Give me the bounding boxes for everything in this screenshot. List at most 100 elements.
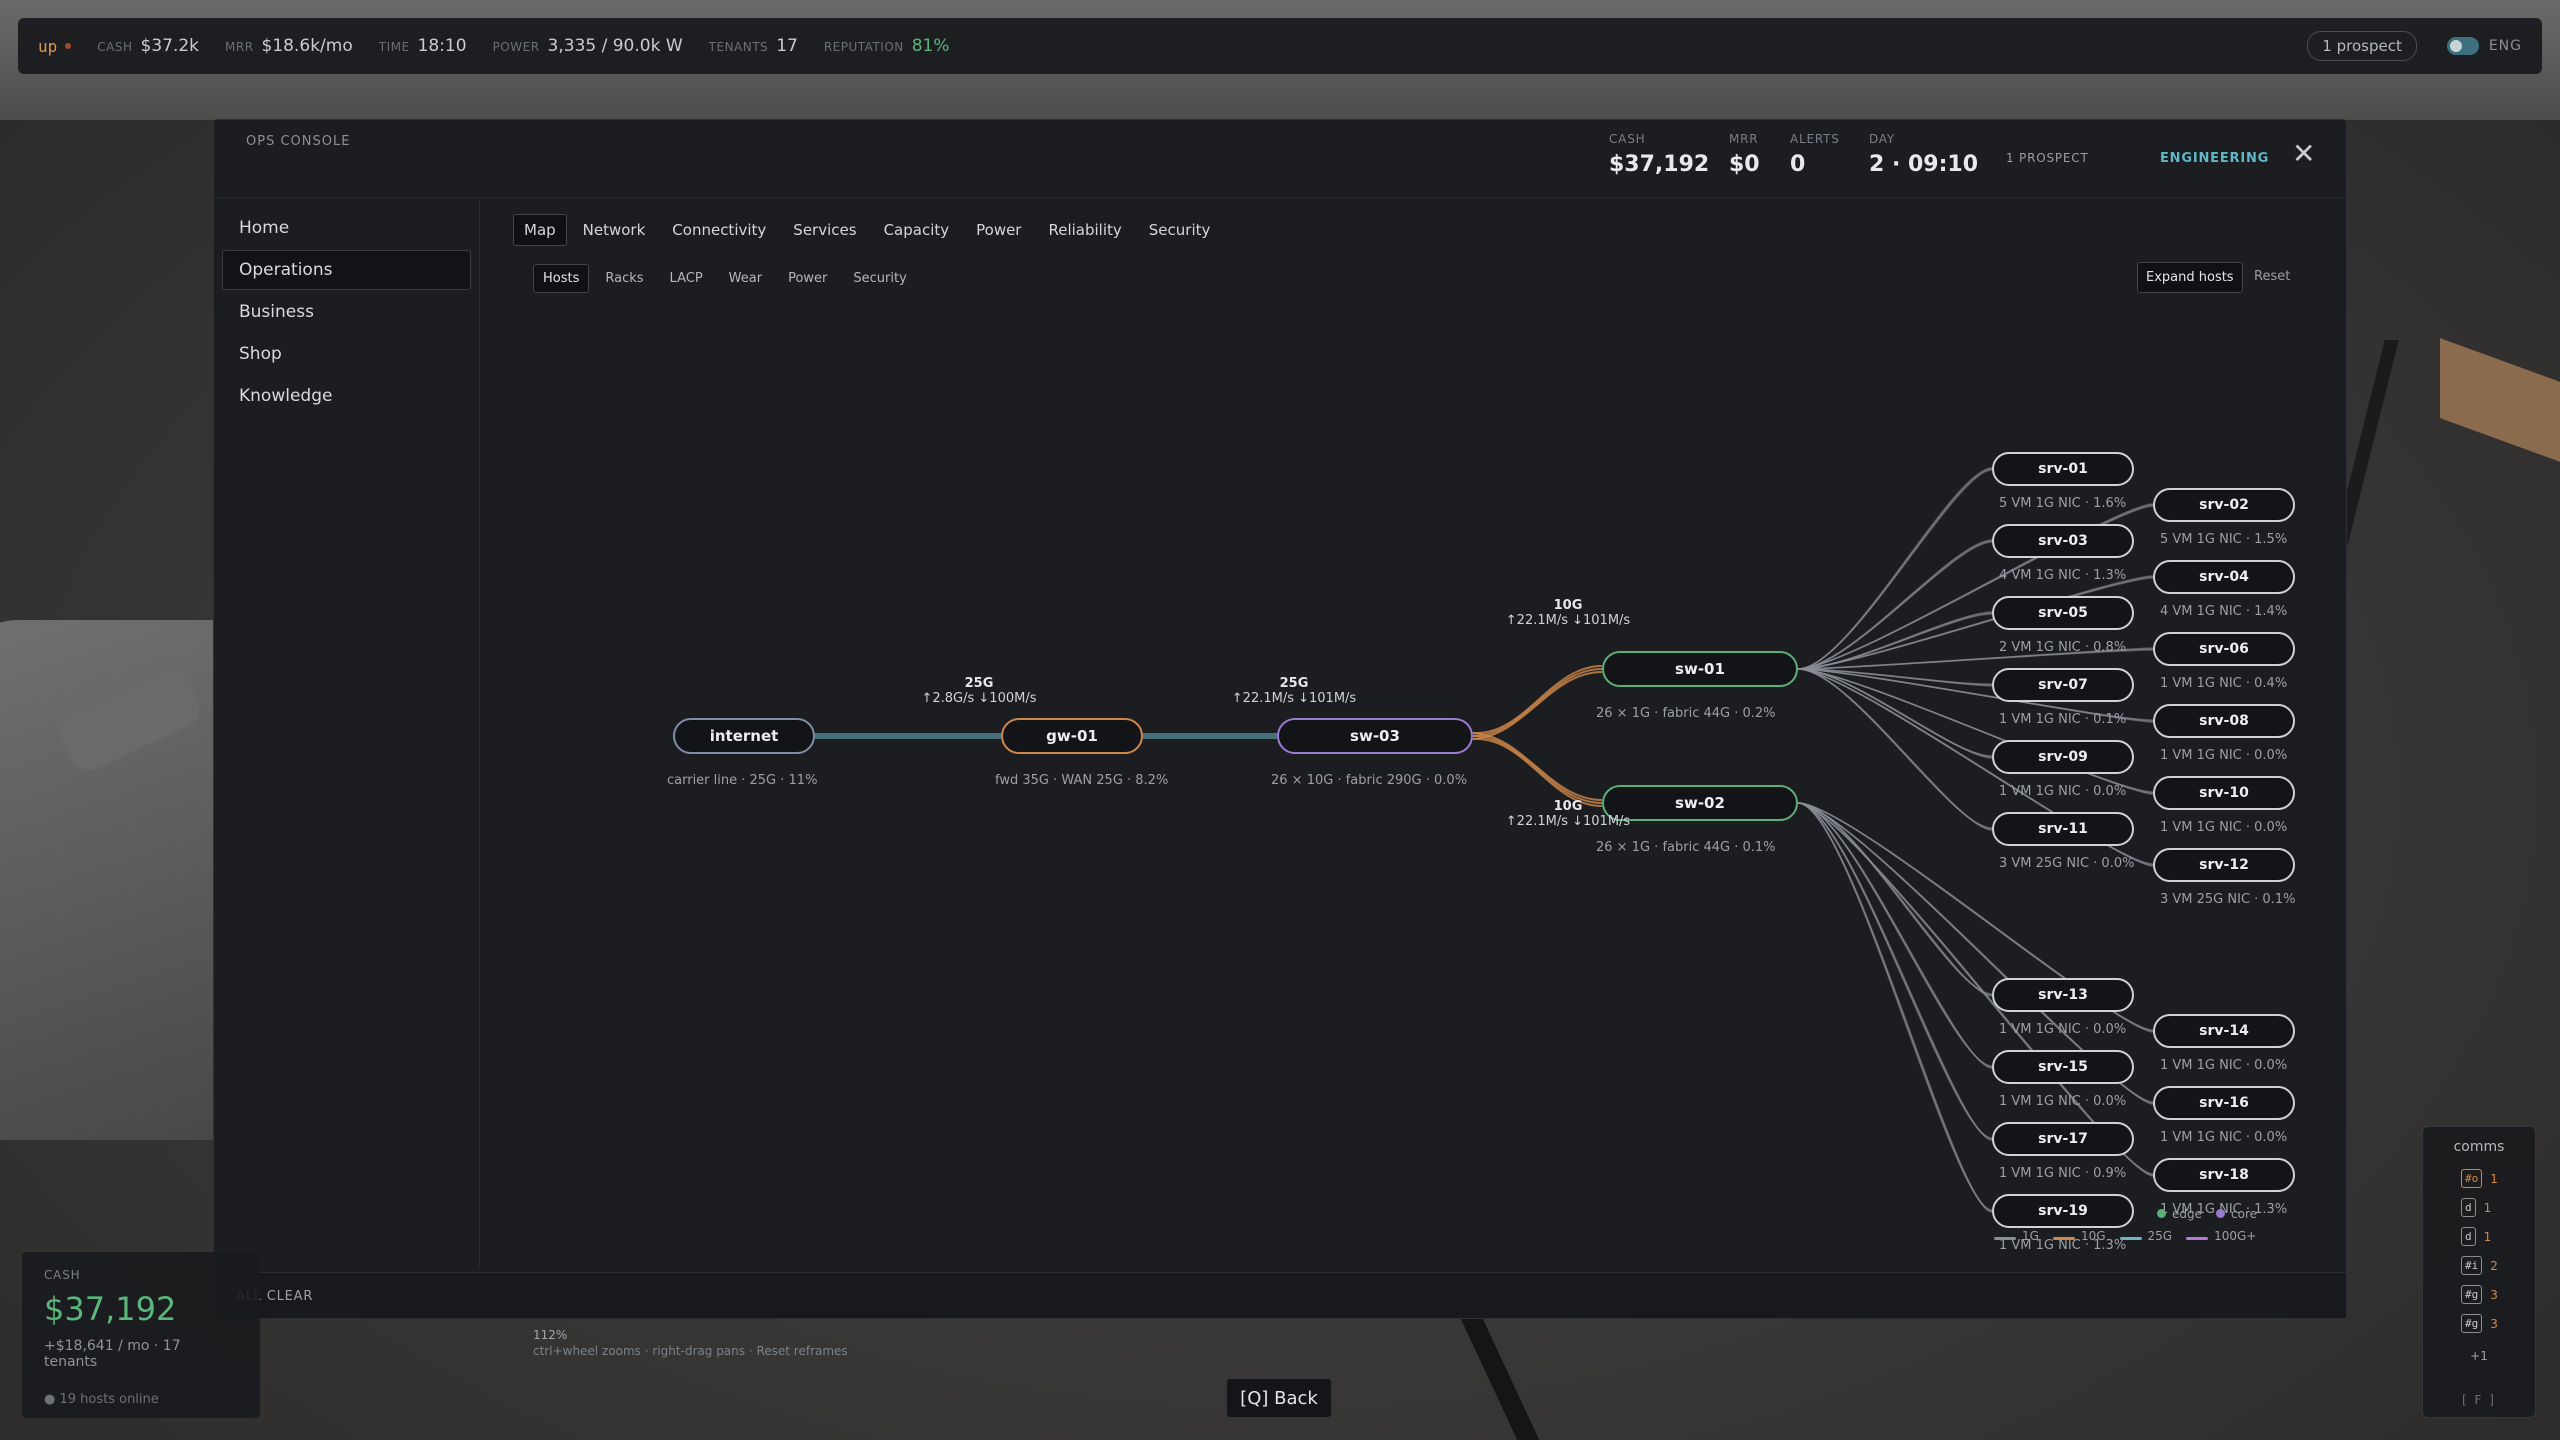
comms-item[interactable]: d1 (2461, 1198, 2491, 1217)
server-info-srv-08: 1 VM 1G NIC · 0.0% (2160, 748, 2288, 763)
node-srv-12[interactable]: srv-12 (2153, 848, 2295, 882)
prospect-pill[interactable]: 1 prospect (2307, 31, 2417, 61)
edge-srv-01 (1797, 468, 1993, 670)
comms-count: 1 (2483, 1200, 2492, 1215)
legend-line (2186, 1237, 2209, 1240)
sidebar-item-shop[interactable]: Shop (222, 334, 471, 374)
header-day: DAY 2 · 09:10 (1869, 132, 1978, 177)
edge-sw03-sw01 (1472, 668, 1603, 737)
node-srv-19[interactable]: srv-19 (1992, 1194, 2134, 1228)
legend-speeds: 1G 10G 25G 100G+ (1994, 1229, 2270, 1243)
node-srv-11[interactable]: srv-11 (1992, 812, 2134, 846)
node-srv-16[interactable]: srv-16 (2153, 1086, 2295, 1120)
hud-stat-value: $37.2k (140, 36, 200, 56)
node-srv-08[interactable]: srv-08 (2153, 704, 2295, 738)
sidebar-item-knowledge[interactable]: Knowledge (222, 376, 471, 416)
node-internet[interactable]: internet (673, 718, 815, 754)
node-sw-01[interactable]: sw-01 (1602, 651, 1798, 687)
tab-reliability[interactable]: Reliability (1037, 214, 1132, 246)
sidebar-item-business[interactable]: Business (222, 292, 471, 332)
hud-stats: CASH $37.2k MRR $18.6k/mo TIME 18:10 POWER 3,33… (97, 36, 975, 56)
comms-item[interactable]: d1 (2461, 1227, 2491, 1246)
comms-item[interactable]: #g 3 (2461, 1314, 2498, 1333)
cash-card-label: CASH (44, 1268, 81, 1282)
comms-panel[interactable]: comms +1 [ F ] #o 1 d 1 d 1 #i 2 #g 3 #g 3 (2422, 1126, 2536, 1418)
sidebar-item-home[interactable]: Home (222, 208, 471, 248)
tab-network[interactable]: Network (572, 214, 657, 246)
header-alerts-value: 0 (1790, 152, 1806, 177)
node-srv-06[interactable]: srv-06 (2153, 632, 2295, 666)
back-button[interactable]: [Q] Back (1226, 1378, 1332, 1418)
tab-power[interactable]: Power (965, 214, 1032, 246)
node-srv-15[interactable]: srv-15 (1992, 1050, 2134, 1084)
tab-security[interactable]: Security (1138, 214, 1222, 246)
node-srv-01[interactable]: srv-01 (1992, 452, 2134, 486)
link-rate: ↑22.1M/s ↓101M/s (1505, 814, 1631, 829)
legend-line (2119, 1237, 2142, 1240)
map-subtabs: Hosts Racks LACP Wear Power Security (533, 264, 923, 293)
comms-badge: #o (2461, 1169, 2483, 1188)
node-srv-02[interactable]: srv-02 (2153, 488, 2295, 522)
edge-srv-17 (1797, 802, 1993, 1140)
hud-stat-value: 3,335 / 90.0k W (547, 36, 683, 56)
node-srv-07[interactable]: srv-07 (1992, 668, 2134, 702)
header-prospect[interactable]: 1 PROSPECT (2006, 151, 2089, 165)
comms-item[interactable]: #g 3 (2461, 1285, 2498, 1304)
server-info-srv-01: 5 VM 1G NIC · 1.6% (1999, 496, 2127, 511)
link-rate: ↑22.1M/s ↓101M/s (1231, 691, 1357, 706)
node-sw-03[interactable]: sw-03 (1277, 718, 1473, 754)
legend-100Gplus: 100G+ (2186, 1229, 2256, 1243)
node-srv-03[interactable]: srv-03 (1992, 524, 2134, 558)
header-cash-value: $37,192 (1609, 152, 1710, 177)
comms-more[interactable]: +1 (2423, 1349, 2535, 1363)
node-srv-18[interactable]: srv-18 (2153, 1158, 2295, 1192)
hud-stat-cash: CASH $37.2k (97, 36, 199, 56)
close-icon[interactable]: ✕ (2292, 140, 2315, 168)
node-srv-13[interactable]: srv-13 (1992, 978, 2134, 1012)
reset-button[interactable]: Reset (2254, 269, 2290, 284)
link-label-1: 25G ↑2.8G/s ↓100M/s (909, 676, 1049, 706)
network-map[interactable]: internet carrier line · 25G · 11% gw-01 fwd… (480, 310, 2346, 1268)
subtab-power[interactable]: Power (778, 264, 837, 293)
node-srv-10[interactable]: srv-10 (2153, 776, 2295, 810)
subtab-security[interactable]: Security (843, 264, 916, 293)
tab-map[interactable]: Map (513, 214, 567, 246)
node-srv-17[interactable]: srv-17 (1992, 1122, 2134, 1156)
subtab-hosts[interactable]: Hosts (533, 264, 590, 293)
node-srv-09[interactable]: srv-09 (1992, 740, 2134, 774)
server-info-srv-09: 1 VM 1G NIC · 0.0% (1999, 784, 2127, 799)
comms-count: 1 (2490, 1171, 2498, 1186)
node-srv-14[interactable]: srv-14 (2153, 1014, 2295, 1048)
edge-srv-17 (1797, 802, 1993, 1139)
edge-srv-11 (1797, 668, 1993, 831)
legend-line (2052, 1237, 2075, 1240)
legend-25G: 25G (2119, 1229, 2172, 1243)
language-toggle[interactable] (2446, 37, 2479, 55)
server-info-srv-16: 1 VM 1G NIC · 0.0% (2160, 1130, 2288, 1145)
tab-capacity[interactable]: Capacity (873, 214, 961, 246)
node-info-sw-02: 26 × 1G · fabric 44G · 0.1% (1596, 840, 1776, 855)
node-srv-04[interactable]: srv-04 (2153, 560, 2295, 594)
ops-console-window: OPS CONSOLE CASH $37,192 MRR $0 ALERTS 0… (213, 119, 2347, 1358)
node-gw-01[interactable]: gw-01 (1001, 718, 1143, 754)
edge-sw03-sw02 (1472, 735, 1603, 804)
edge-srv-19 (1797, 802, 1993, 1212)
comms-title: comms (2453, 1139, 2505, 1155)
tab-services[interactable]: Services (782, 214, 867, 246)
expand-hosts-button[interactable]: Expand hosts (2137, 262, 2243, 293)
tab-connectivity[interactable]: Connectivity (661, 214, 777, 246)
header-alerts: ALERTS 0 (1790, 132, 1840, 177)
engineering-mode[interactable]: ENGINEERING (2160, 151, 2269, 166)
comms-item[interactable]: #o 1 (2461, 1169, 2498, 1188)
node-srv-05[interactable]: srv-05 (1992, 596, 2134, 630)
comms-count: 2 (2490, 1258, 2498, 1273)
sidebar-item-operations[interactable]: Operations (222, 250, 471, 290)
edge-srv-01 (1797, 469, 1993, 670)
comms-item[interactable]: #i 2 (2461, 1256, 2498, 1275)
subtab-wear[interactable]: Wear (719, 264, 772, 293)
subtab-lacp[interactable]: LACP (660, 264, 713, 293)
node-info-sw-03: 26 × 10G · fabric 290G · 0.0% (1271, 773, 1468, 788)
subtab-racks[interactable]: Racks (595, 264, 653, 293)
server-info-srv-02: 5 VM 1G NIC · 1.5% (2160, 532, 2288, 547)
edge-srv-19 (1797, 802, 1993, 1211)
